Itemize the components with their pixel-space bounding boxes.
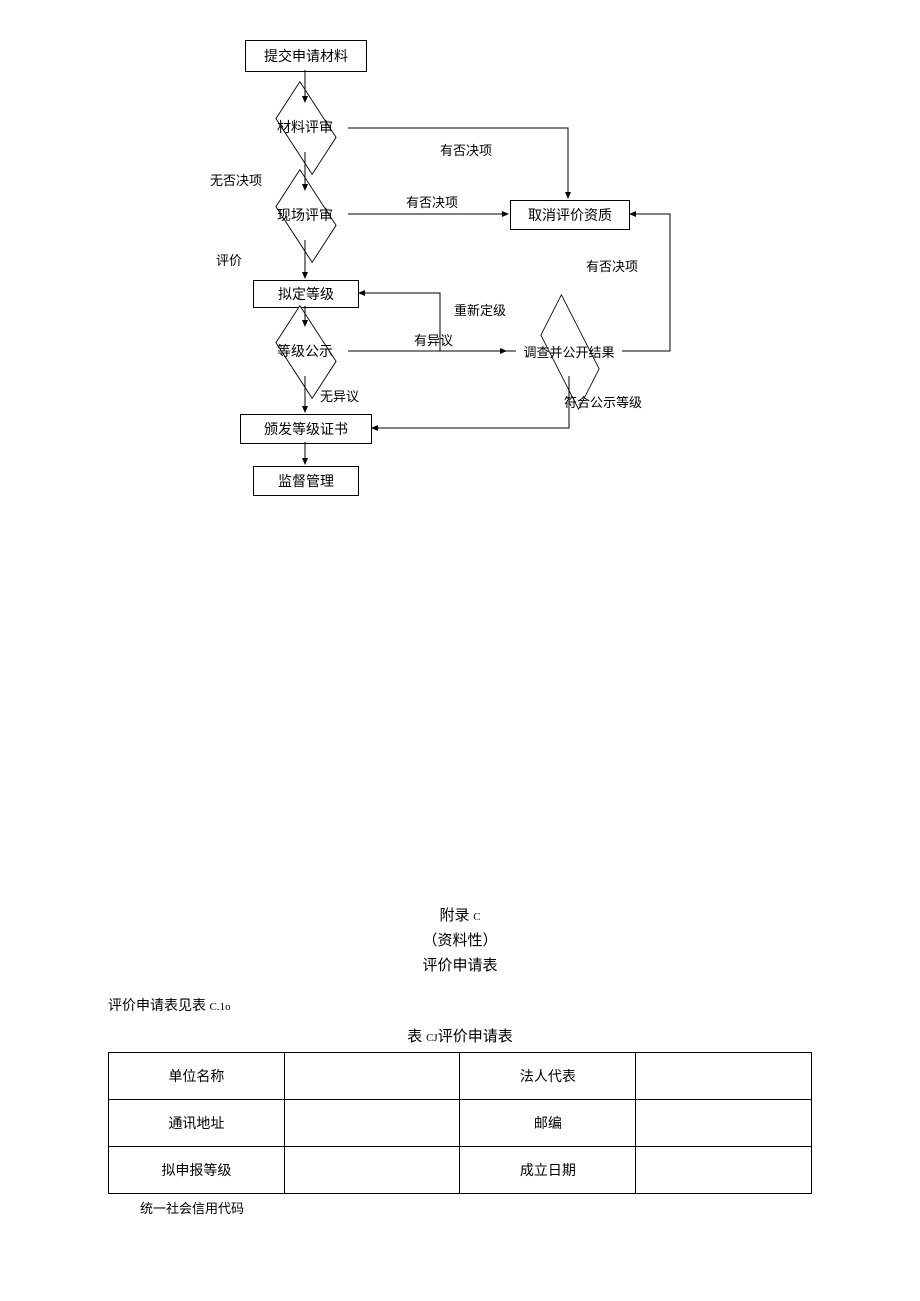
- edge-has-veto-2: 有否决项: [406, 192, 458, 211]
- below-table-text: 统一社会信用代码: [140, 1198, 920, 1217]
- cell-unit-name-label: 单位名称: [109, 1053, 285, 1100]
- appendix-title-2: （资料性）: [0, 929, 920, 950]
- edge-objection: 有异议: [414, 330, 453, 349]
- table-title: 表 CJ评价申请表: [0, 1025, 920, 1046]
- appendix-title-1: 附录 C: [0, 904, 920, 925]
- node-supervision: 监督管理: [253, 466, 359, 496]
- edge-evaluate: 评价: [216, 250, 242, 269]
- flow-arrows: [0, 0, 920, 520]
- table-row: 拟申报等级 成立日期: [109, 1147, 812, 1194]
- table-row: 单位名称 法人代表: [109, 1053, 812, 1100]
- cell-unit-name-value: [284, 1053, 460, 1100]
- body-reference-text: 评价申请表见表 C.1o: [108, 995, 920, 1015]
- node-issue-certificate: 颁发等级证书: [240, 414, 372, 444]
- node-draft-grade: 拟定等级: [253, 280, 359, 308]
- cell-legal-rep-label: 法人代表: [460, 1053, 636, 1100]
- cell-apply-grade-value: [284, 1147, 460, 1194]
- edge-regrade: 重新定级: [454, 300, 506, 319]
- appendix-title-3: 评价申请表: [0, 954, 920, 975]
- cell-address-label: 通讯地址: [109, 1100, 285, 1147]
- cell-address-value: [284, 1100, 460, 1147]
- cell-postcode-value: [636, 1100, 812, 1147]
- table-row: 通讯地址 邮编: [109, 1100, 812, 1147]
- application-form-table: 单位名称 法人代表 通讯地址 邮编 拟申报等级 成立日期: [108, 1052, 812, 1194]
- cell-found-date-label: 成立日期: [460, 1147, 636, 1194]
- edge-has-veto-1: 有否决项: [440, 140, 492, 159]
- node-investigate-publish-label: 调查并公开结果: [498, 336, 640, 366]
- node-grade-publicity-label: 等级公示: [255, 336, 355, 366]
- cell-found-date-value: [636, 1147, 812, 1194]
- cell-postcode-label: 邮编: [460, 1100, 636, 1147]
- edge-no-veto: 无否决项: [210, 170, 262, 189]
- cell-apply-grade-label: 拟申报等级: [109, 1147, 285, 1194]
- node-onsite-review-label: 现场评审: [255, 200, 355, 230]
- node-submit-materials: 提交申请材料: [245, 40, 367, 72]
- flowchart-container: 提交申请材料 材料评审 现场评审 拟定等级 等级公示 颁发等级证书 监督管理 取…: [0, 0, 920, 520]
- edge-conform-publicity: 符合公示等级: [564, 392, 642, 411]
- edge-no-objection: 无异议: [320, 386, 359, 405]
- cell-legal-rep-value: [636, 1053, 812, 1100]
- node-material-review-label: 材料评审: [255, 112, 355, 142]
- edge-has-veto-3: 有否决项: [586, 256, 638, 275]
- node-cancel-qualification: 取消评价资质: [510, 200, 630, 230]
